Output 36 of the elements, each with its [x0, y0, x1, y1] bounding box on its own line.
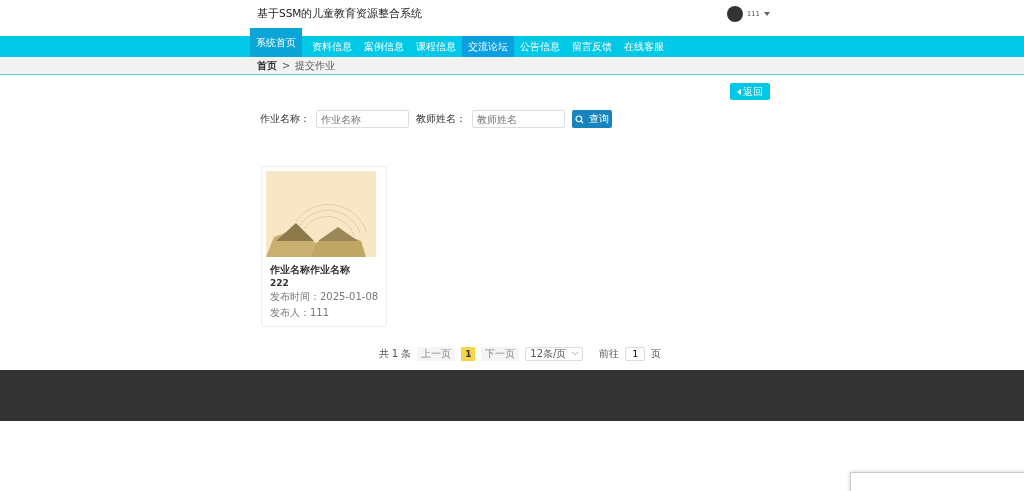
caret-icon: [737, 88, 741, 95]
breadcrumb-home[interactable]: 首页: [257, 58, 277, 73]
breadcrumb-current: 提交作业: [295, 58, 336, 73]
publish-date: 发布时间：2025-01-08: [269, 290, 380, 304]
caret-icon[interactable]: [764, 12, 770, 16]
prev-page-button[interactable]: 上一页: [417, 347, 456, 361]
card-subtitle: 222: [269, 278, 290, 288]
search-icon: [575, 114, 584, 124]
search-button[interactable]: 查询: [572, 110, 612, 128]
site-title: 基于SSM的儿童教育资源整合系统: [257, 7, 423, 21]
nav-tab[interactable]: 留言反馈: [566, 36, 618, 57]
nav-tab[interactable]: 课程信息: [410, 36, 462, 57]
homework-card[interactable]: 作业名称作业名称 222 发布时间：2025-01-08 发布人：111: [261, 166, 387, 327]
avatar-icon[interactable]: [726, 6, 743, 22]
chevron-icon: [572, 352, 579, 356]
search-field[interactable]: 作业名称: [316, 110, 409, 128]
nav-tab[interactable]: 资料信息: [306, 36, 358, 57]
nav-tab[interactable]: 案例信息: [358, 36, 410, 57]
total-count: 共 1 条: [378, 347, 412, 361]
page-size-select[interactable]: 12条/页: [525, 347, 584, 361]
nav-tab[interactable]: 交流论坛: [462, 36, 514, 57]
field-label: 教师姓名：: [416, 112, 466, 126]
goto-page-field[interactable]: 1: [625, 347, 646, 361]
nav-tab[interactable]: 在线客服: [618, 36, 670, 57]
next-page-button[interactable]: 下一页: [481, 347, 520, 361]
publisher: 发布人：111: [269, 306, 331, 320]
breadcrumb-separator: >: [282, 60, 291, 71]
page-number[interactable]: 1: [461, 347, 476, 361]
field-label: 作业名称：: [260, 112, 310, 126]
nav-tab[interactable]: 公告信息: [514, 36, 566, 57]
page-unit: 页: [651, 347, 662, 361]
search-field[interactable]: 教师姓名: [472, 110, 565, 128]
nav-tab[interactable]: 系统首页: [250, 28, 302, 57]
goto-label: 前往: [599, 347, 620, 361]
card-title: 作业名称作业名称: [269, 263, 351, 277]
back-button[interactable]: 返回: [730, 83, 770, 100]
